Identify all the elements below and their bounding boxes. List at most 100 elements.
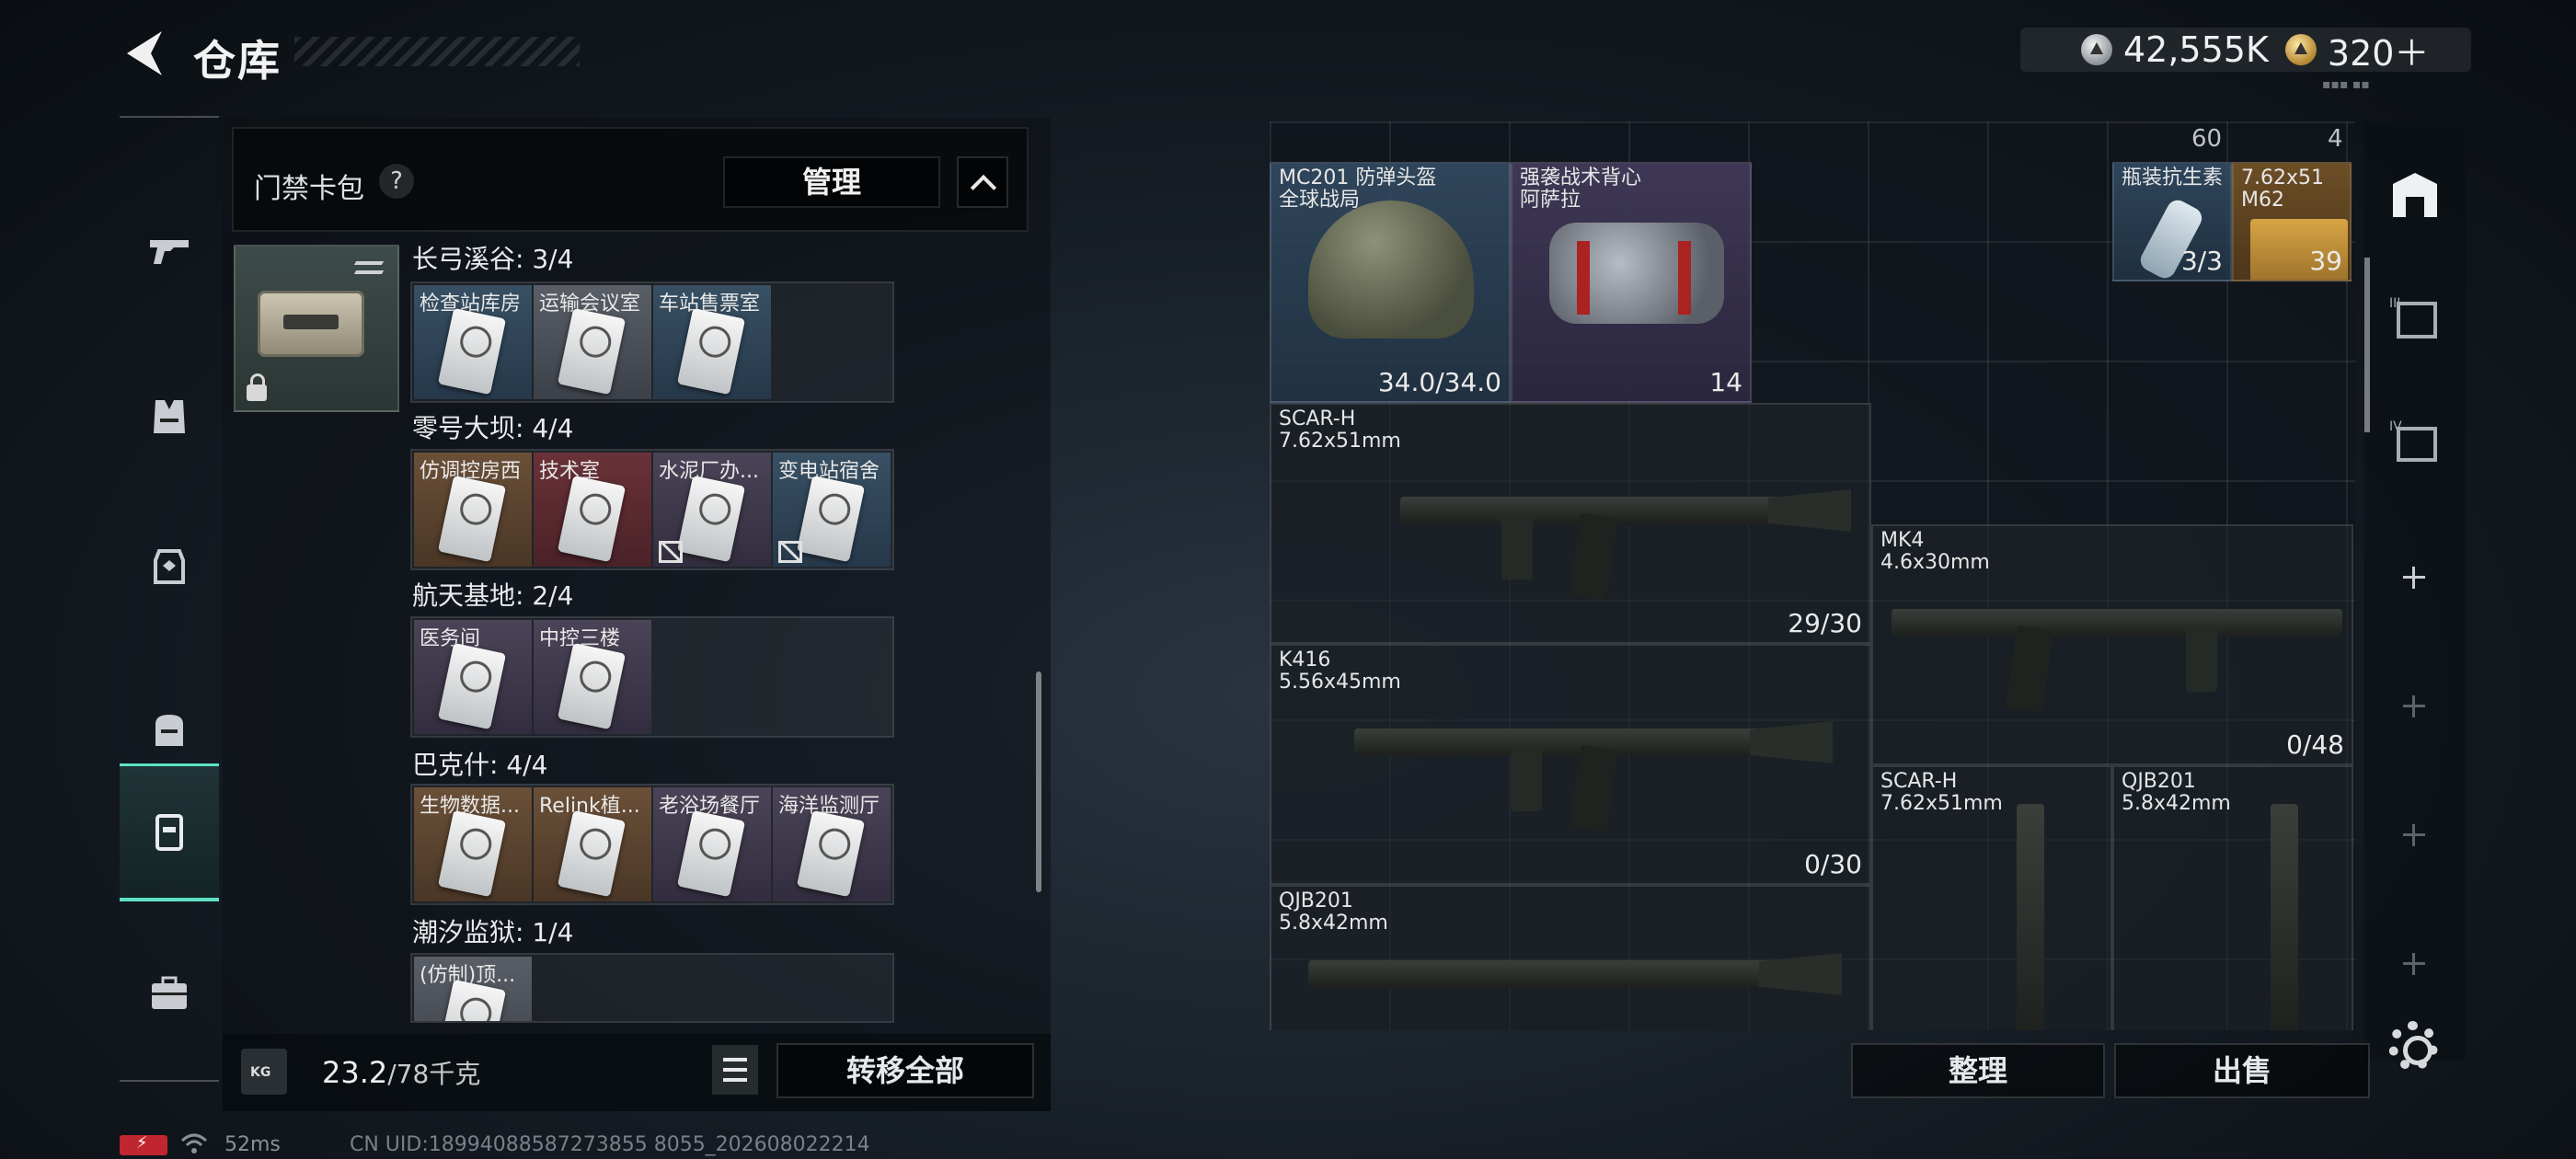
transfer-all-button[interactable]: 转移全部 xyxy=(776,1043,1034,1098)
locked-tab-icon xyxy=(2396,688,2432,725)
keycard-slot[interactable]: 运输会议室 xyxy=(534,285,651,399)
keycard-image xyxy=(676,307,746,396)
keycard-icon xyxy=(155,813,183,851)
item-name: MC201 防弹头盔 全球战局 xyxy=(1279,166,1437,212)
keycard-image xyxy=(796,475,866,563)
keycard-image xyxy=(437,642,507,730)
vest-image xyxy=(1549,223,1724,324)
keycard-slot[interactable]: 仿调控房西 xyxy=(414,453,532,567)
decor-dots: ▪▪▪ ▪▪ xyxy=(2322,77,2370,92)
keycard-image xyxy=(676,809,746,898)
nav-briefcase[interactable] xyxy=(120,924,219,1061)
keycard-slot[interactable]: 海洋监测厅 xyxy=(773,787,891,901)
k416-weapon[interactable]: K416 5.56x45mm 0/30 xyxy=(1270,644,1871,885)
no-bind-icon xyxy=(778,541,802,563)
left-category-nav xyxy=(120,116,219,1082)
item-name: 瓶装抗生素 xyxy=(2122,166,2224,189)
keycard-image xyxy=(557,307,627,396)
empty-keycard-slot[interactable] xyxy=(773,285,891,399)
item-name: K416 5.56x45mm xyxy=(1279,648,1401,694)
empty-keycard-slot[interactable] xyxy=(773,620,891,734)
list-view-button[interactable] xyxy=(712,1045,758,1095)
backpack-icon xyxy=(154,549,185,584)
keycard-holder-item[interactable] xyxy=(234,245,399,412)
storage-tab-4-icon: IV xyxy=(2389,419,2437,462)
qjb201-weapon[interactable]: QJB201 5.8x42mm xyxy=(1270,885,1871,1030)
storage-tab-4[interactable]: IV xyxy=(2366,386,2464,497)
weapon-image xyxy=(1308,960,1823,988)
keycard-slot[interactable]: 生物数据... xyxy=(414,787,532,901)
uses-value: 3/3 xyxy=(2180,246,2223,276)
column-count: 60 xyxy=(2191,125,2223,153)
storage-tab-main[interactable] xyxy=(2366,140,2464,250)
weight-current: 23.2 xyxy=(322,1055,388,1090)
sell-button[interactable]: 出售 xyxy=(2114,1043,2370,1098)
keycard-slot[interactable]: (仿制)顶... xyxy=(414,957,532,1021)
svg-text:IV: IV xyxy=(2389,419,2402,434)
storage-tab-3[interactable]: III xyxy=(2366,263,2464,373)
keycard-slot[interactable]: 技术室 xyxy=(534,453,651,567)
keycard-image xyxy=(437,475,507,563)
group-title: 潮汐监狱: 1/4 xyxy=(412,917,574,947)
help-icon[interactable]: ? xyxy=(379,164,414,199)
keycard-image xyxy=(796,809,866,898)
gold-coin-icon xyxy=(2284,34,2317,65)
sort-button[interactable]: 整理 xyxy=(1851,1043,2105,1098)
keycard-slot[interactable]: 医务间 xyxy=(414,620,532,734)
manage-button[interactable]: 管理 xyxy=(723,156,940,208)
keycard-slot[interactable]: 变电站宿舍 xyxy=(773,453,891,567)
keycard-slot[interactable]: 检查站库房 xyxy=(414,285,532,399)
mk4-weapon[interactable]: MK4 4.6x30mm 0/48 xyxy=(1871,524,2353,765)
no-bind-icon xyxy=(659,541,683,563)
item-name: 7.62x51 M62 xyxy=(2241,166,2324,212)
helmet-item[interactable]: MC201 防弹头盔 全球战局 34.0/34.0 xyxy=(1270,162,1511,403)
keycard-scrollbar[interactable] xyxy=(1036,671,1041,892)
keycard-image xyxy=(557,642,627,730)
keycard-slot[interactable]: 老浴场餐厅 xyxy=(653,787,771,901)
swap-icon[interactable] xyxy=(353,254,386,281)
gold-currency[interactable]: 320＋ xyxy=(2284,25,2429,75)
list-icon xyxy=(723,1058,747,1061)
back-button[interactable] xyxy=(118,26,169,81)
qjb201-weapon-vertical[interactable]: QJB201 5.8x42mm xyxy=(2112,765,2353,1030)
keycard-holder-image xyxy=(258,291,364,357)
keycard-group-row: 检查站库房 运输会议室 车站售票室 xyxy=(410,281,894,403)
scar-h-weapon-vertical[interactable]: SCAR-H 7.62x51mm xyxy=(1871,765,2112,1030)
nav-backpacks[interactable] xyxy=(120,497,219,635)
antibiotic-item[interactable]: 瓶装抗生素 3/3 xyxy=(2112,162,2232,281)
silver-currency[interactable]: 42,555K xyxy=(2081,29,2269,70)
keycard-image xyxy=(557,475,627,563)
ping-value: 52ms xyxy=(224,1133,281,1156)
weight-display: 23.2/78千克 xyxy=(322,1054,480,1091)
nav-weapons[interactable] xyxy=(120,182,219,320)
group-title: 零号大坝: 4/4 xyxy=(412,413,574,443)
item-count: 14 xyxy=(1709,367,1742,397)
ammo-item[interactable]: 7.62x51 M62 39 xyxy=(2232,162,2352,281)
keycard-pack-label: 门禁卡包 xyxy=(254,173,364,205)
keycard-image xyxy=(557,809,627,898)
bag-icon xyxy=(155,715,183,746)
collapse-button[interactable] xyxy=(957,156,1008,208)
add-tab-icon[interactable] xyxy=(2396,559,2432,596)
vest-item[interactable]: 强袭战术背心 阿萨拉 14 xyxy=(1511,162,1752,403)
group-title: 巴克什: 4/4 xyxy=(412,750,548,780)
locked-tab-icon xyxy=(2396,946,2432,982)
locked-tab-icon xyxy=(2396,817,2432,854)
item-name: SCAR-H 7.62x51mm xyxy=(1880,770,2003,815)
nav-armor[interactable] xyxy=(120,348,219,486)
keycard-slot[interactable]: Relink植... xyxy=(534,787,651,901)
keycard-slot[interactable]: 车站售票室 xyxy=(653,285,771,399)
title-stripe-decoration xyxy=(294,37,580,66)
keycard-slot[interactable]: 中控三楼 xyxy=(534,620,651,734)
page-title: 仓库 xyxy=(193,36,282,86)
scar-h-weapon[interactable]: SCAR-H 7.62x51mm 29/30 xyxy=(1270,403,1871,644)
keycard-group-row: 仿调控房西 技术室 水泥厂办... 变电站宿舍 xyxy=(410,449,894,570)
ammo-count: 0/30 xyxy=(1804,849,1862,879)
back-arrow-icon xyxy=(127,31,162,75)
settings-gear-icon[interactable] xyxy=(2388,1021,2438,1071)
storage-scrollbar[interactable] xyxy=(2364,258,2370,432)
gun-icon xyxy=(150,240,189,264)
nav-keycards[interactable] xyxy=(120,763,219,901)
keycard-slot[interactable]: 水泥厂办... xyxy=(653,453,771,567)
empty-keycard-slot[interactable] xyxy=(653,620,771,734)
